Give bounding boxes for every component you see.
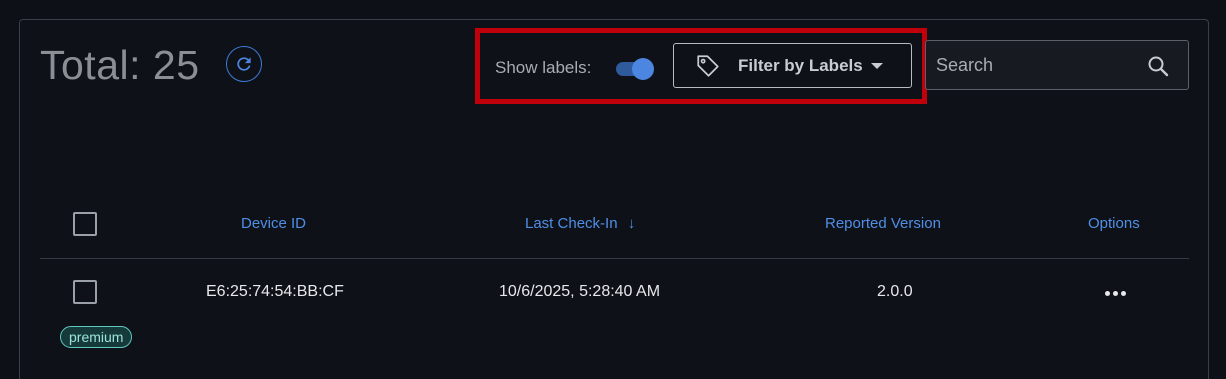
column-header-device-id[interactable]: Device ID	[241, 214, 306, 234]
label-badge-premium[interactable]: premium	[60, 326, 133, 348]
cell-device-id: E6:25:74:54:BB:CF	[206, 283, 344, 300]
table-divider	[40, 258, 1189, 259]
toggle-thumb	[632, 58, 654, 80]
tag-icon	[697, 55, 719, 77]
refresh-icon	[237, 57, 251, 71]
row-select-checkbox[interactable]	[73, 280, 97, 304]
column-header-last-check-in[interactable]: Last Check-In ↓	[525, 214, 635, 234]
search-field[interactable]	[925, 40, 1189, 90]
select-all-checkbox[interactable]	[73, 212, 97, 236]
sort-descending-icon: ↓	[627, 215, 636, 232]
column-header-reported-version[interactable]: Reported Version	[825, 214, 941, 234]
total-count: Total: 25	[40, 42, 200, 88]
chevron-down-icon	[871, 63, 883, 69]
more-horizontal-icon-dot	[1112, 290, 1118, 296]
refresh-button[interactable]	[226, 46, 262, 82]
cell-reported-version: 2.0.0	[877, 283, 913, 300]
search-icon[interactable]	[1146, 54, 1170, 78]
column-header-label: Last Check-In	[525, 215, 618, 232]
show-labels-label: Show labels:	[495, 58, 592, 77]
cell-last-check-in: 10/6/2025, 5:28:40 AM	[499, 283, 661, 300]
filter-by-labels-label: Filter by Labels	[738, 56, 863, 75]
more-horizontal-icon-dot	[1120, 290, 1126, 296]
search-input[interactable]	[936, 53, 1136, 77]
column-header-options: Options	[1088, 215, 1140, 232]
show-labels-toggle[interactable]	[614, 58, 654, 80]
more-horizontal-icon-dot	[1104, 290, 1110, 296]
row-options-button[interactable]	[1101, 283, 1129, 303]
filter-by-labels-button[interactable]: Filter by Labels	[673, 43, 912, 88]
